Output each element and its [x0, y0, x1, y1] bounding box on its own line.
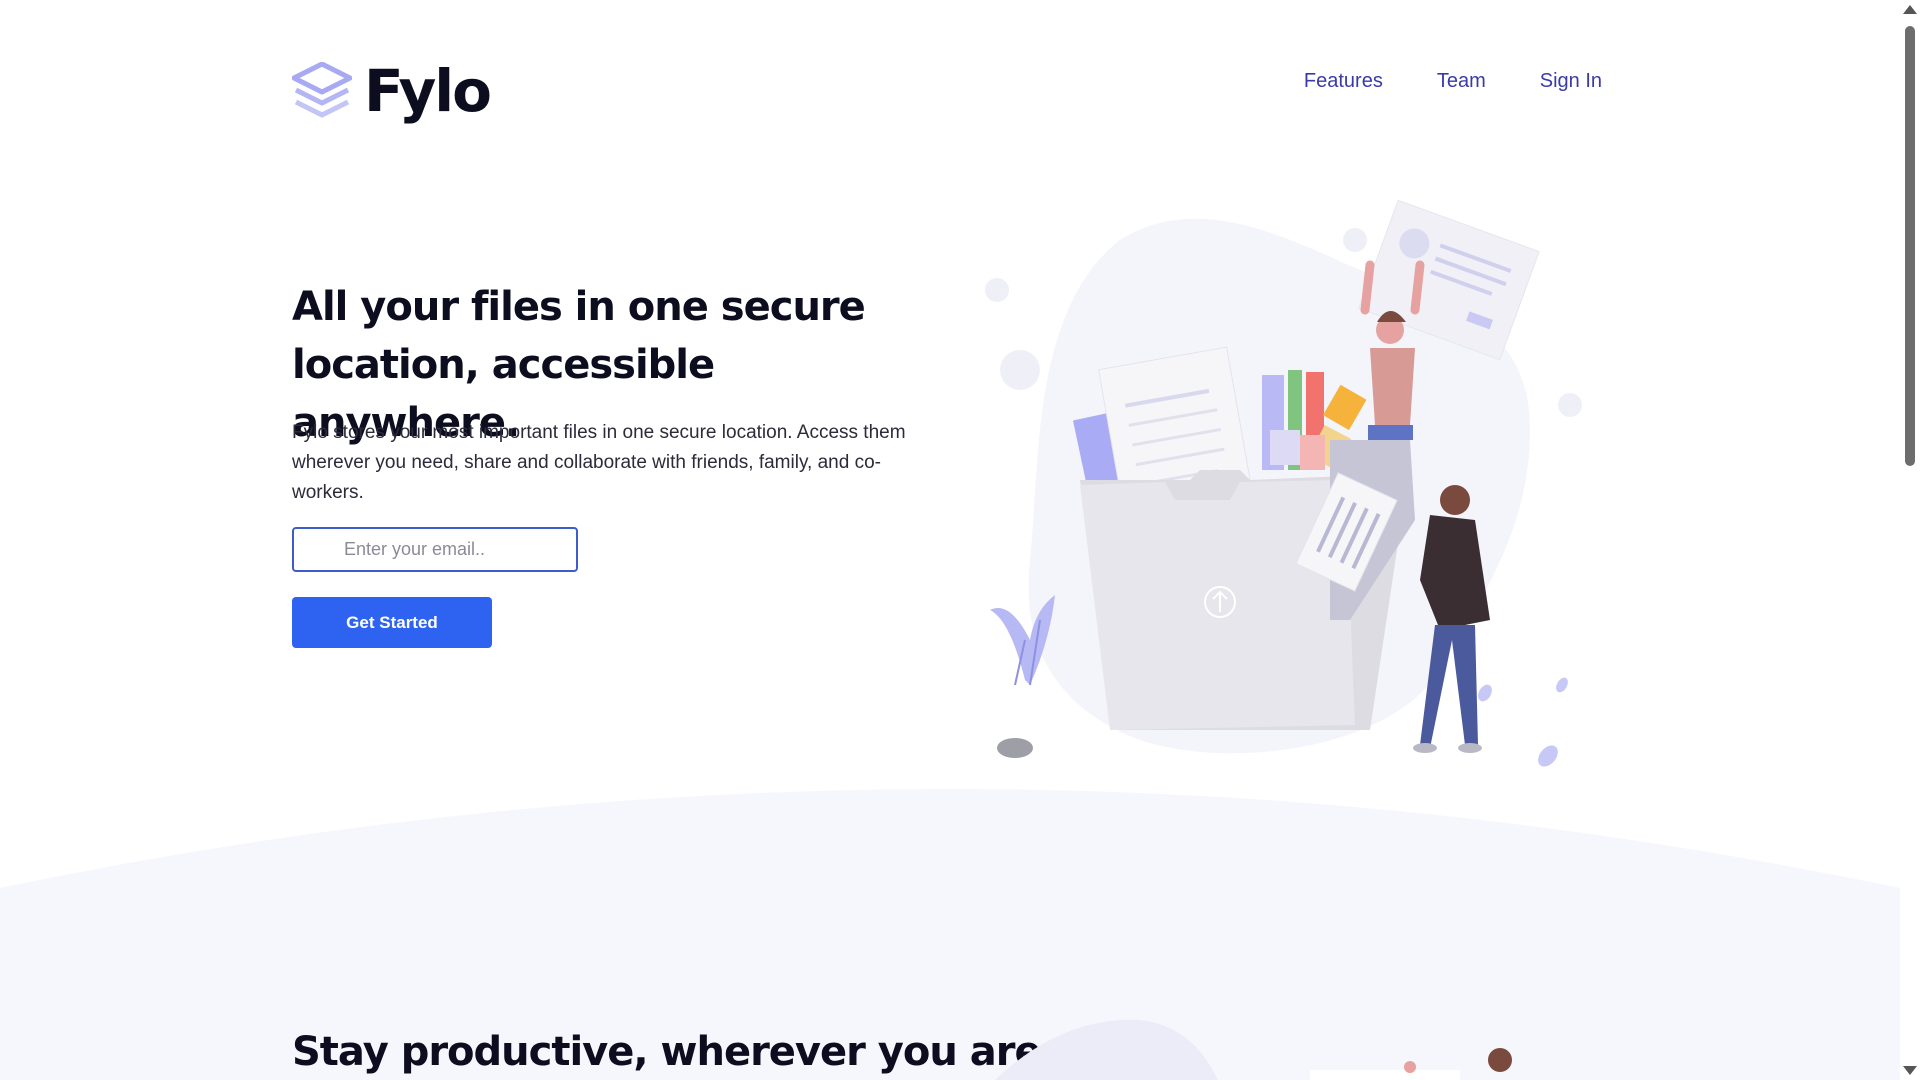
- hero-description: Fylo stores your most important files in…: [292, 422, 906, 503]
- scroll-up-arrow-icon[interactable]: [1903, 5, 1917, 14]
- get-started-button[interactable]: Get Started: [292, 597, 492, 648]
- scroll-down-arrow-icon[interactable]: [1903, 1066, 1917, 1075]
- plant: [990, 595, 1055, 686]
- main-nav: Features Team Sign In: [1304, 70, 1602, 93]
- vertical-scrollbar[interactable]: [1900, 0, 1920, 1080]
- section-productive-illustration: [995, 1019, 1512, 1080]
- nav-link-features[interactable]: Features: [1304, 70, 1383, 93]
- stacked-layers-icon: [292, 62, 352, 118]
- decor-dot: [1000, 350, 1040, 390]
- email-input[interactable]: [292, 527, 578, 572]
- leaf: [1478, 684, 1492, 702]
- decor-dot: [1343, 228, 1367, 252]
- scrollbar-thumb[interactable]: [1905, 26, 1915, 466]
- landing-page: Fylo Features Team Sign In All your file…: [0, 0, 1920, 1080]
- logo[interactable]: Fylo: [292, 57, 492, 125]
- rock: [997, 738, 1033, 758]
- logo-text: Fylo: [364, 57, 492, 125]
- nav-link-team[interactable]: Team: [1437, 70, 1486, 93]
- decor-dot: [1558, 393, 1582, 417]
- decor-dot: [985, 278, 1009, 302]
- hero-illustration: [985, 200, 1582, 767]
- folder: [1080, 480, 1355, 730]
- section-productive-title: Stay productive, wherever you are: [292, 1029, 1042, 1075]
- nav-link-sign-in[interactable]: Sign In: [1540, 70, 1602, 93]
- leaf: [1556, 677, 1568, 693]
